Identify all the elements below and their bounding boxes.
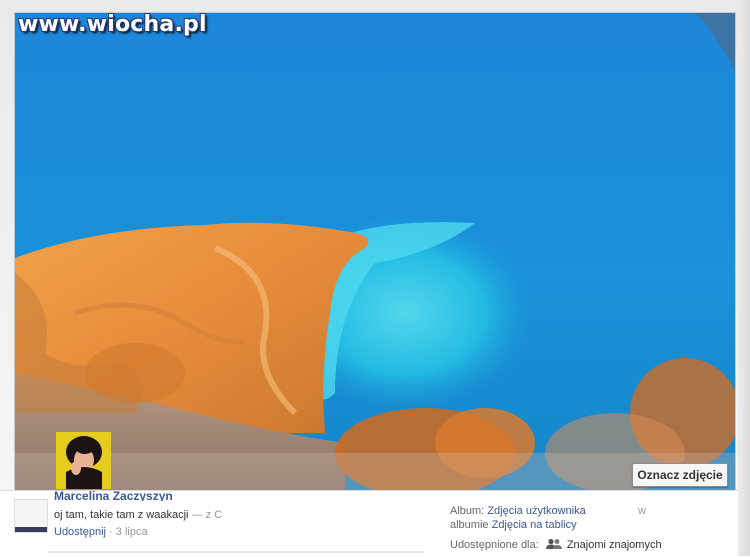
friends-icon bbox=[545, 538, 562, 553]
post-meta: Udostępnij · 3 lipca bbox=[54, 526, 148, 538]
wall-album-link[interactable]: Zdjęcia na tablicy bbox=[492, 519, 577, 531]
post-date[interactable]: 3 lipca bbox=[116, 526, 148, 538]
photo-info-panel: Marcelina Zaczyszyn oj tam, takie tam z … bbox=[0, 489, 750, 557]
photo[interactable]: Oznacz zdjęcie bbox=[14, 12, 736, 491]
photo-viewer: Oznacz zdjęcie www.wiocha.pl Marcelina Z… bbox=[0, 0, 750, 557]
album-link[interactable]: Zdjęcia użytkownika bbox=[487, 505, 585, 517]
page-edge bbox=[738, 0, 750, 556]
album-line2-prefix: albumie bbox=[450, 519, 489, 531]
photo-caption: oj tam, takie tam z waakacji — z C bbox=[54, 509, 222, 521]
photo-image bbox=[15, 13, 735, 490]
site-watermark: www.wiocha.pl bbox=[18, 12, 207, 37]
privacy-value[interactable]: Znajomi znajomych bbox=[567, 539, 662, 551]
tag-photo-button[interactable]: Oznacz zdjęcie bbox=[632, 463, 728, 487]
meta-separator: · bbox=[105, 526, 116, 538]
album-w: w bbox=[638, 505, 646, 517]
caption-tagged: — z C bbox=[191, 509, 223, 521]
album-label: Album: bbox=[450, 505, 485, 517]
album-info: Album: Zdjęcia użytkownika w bbox=[450, 505, 646, 517]
author-avatar[interactable] bbox=[14, 499, 48, 533]
album-info-line2: albumie Zdjęcia na tablicy bbox=[450, 519, 577, 531]
avatar-sticker bbox=[56, 432, 111, 489]
author-name[interactable]: Marcelina Zaczyszyn bbox=[54, 489, 173, 501]
privacy-info: Udostępnione dla: Znajomi znajomych bbox=[450, 538, 662, 553]
caption-text: oj tam, takie tam z waakacji bbox=[54, 509, 189, 521]
privacy-label: Udostępnione dla: bbox=[450, 539, 539, 551]
share-link[interactable]: Udostępnij bbox=[54, 526, 106, 538]
divider bbox=[48, 551, 424, 553]
